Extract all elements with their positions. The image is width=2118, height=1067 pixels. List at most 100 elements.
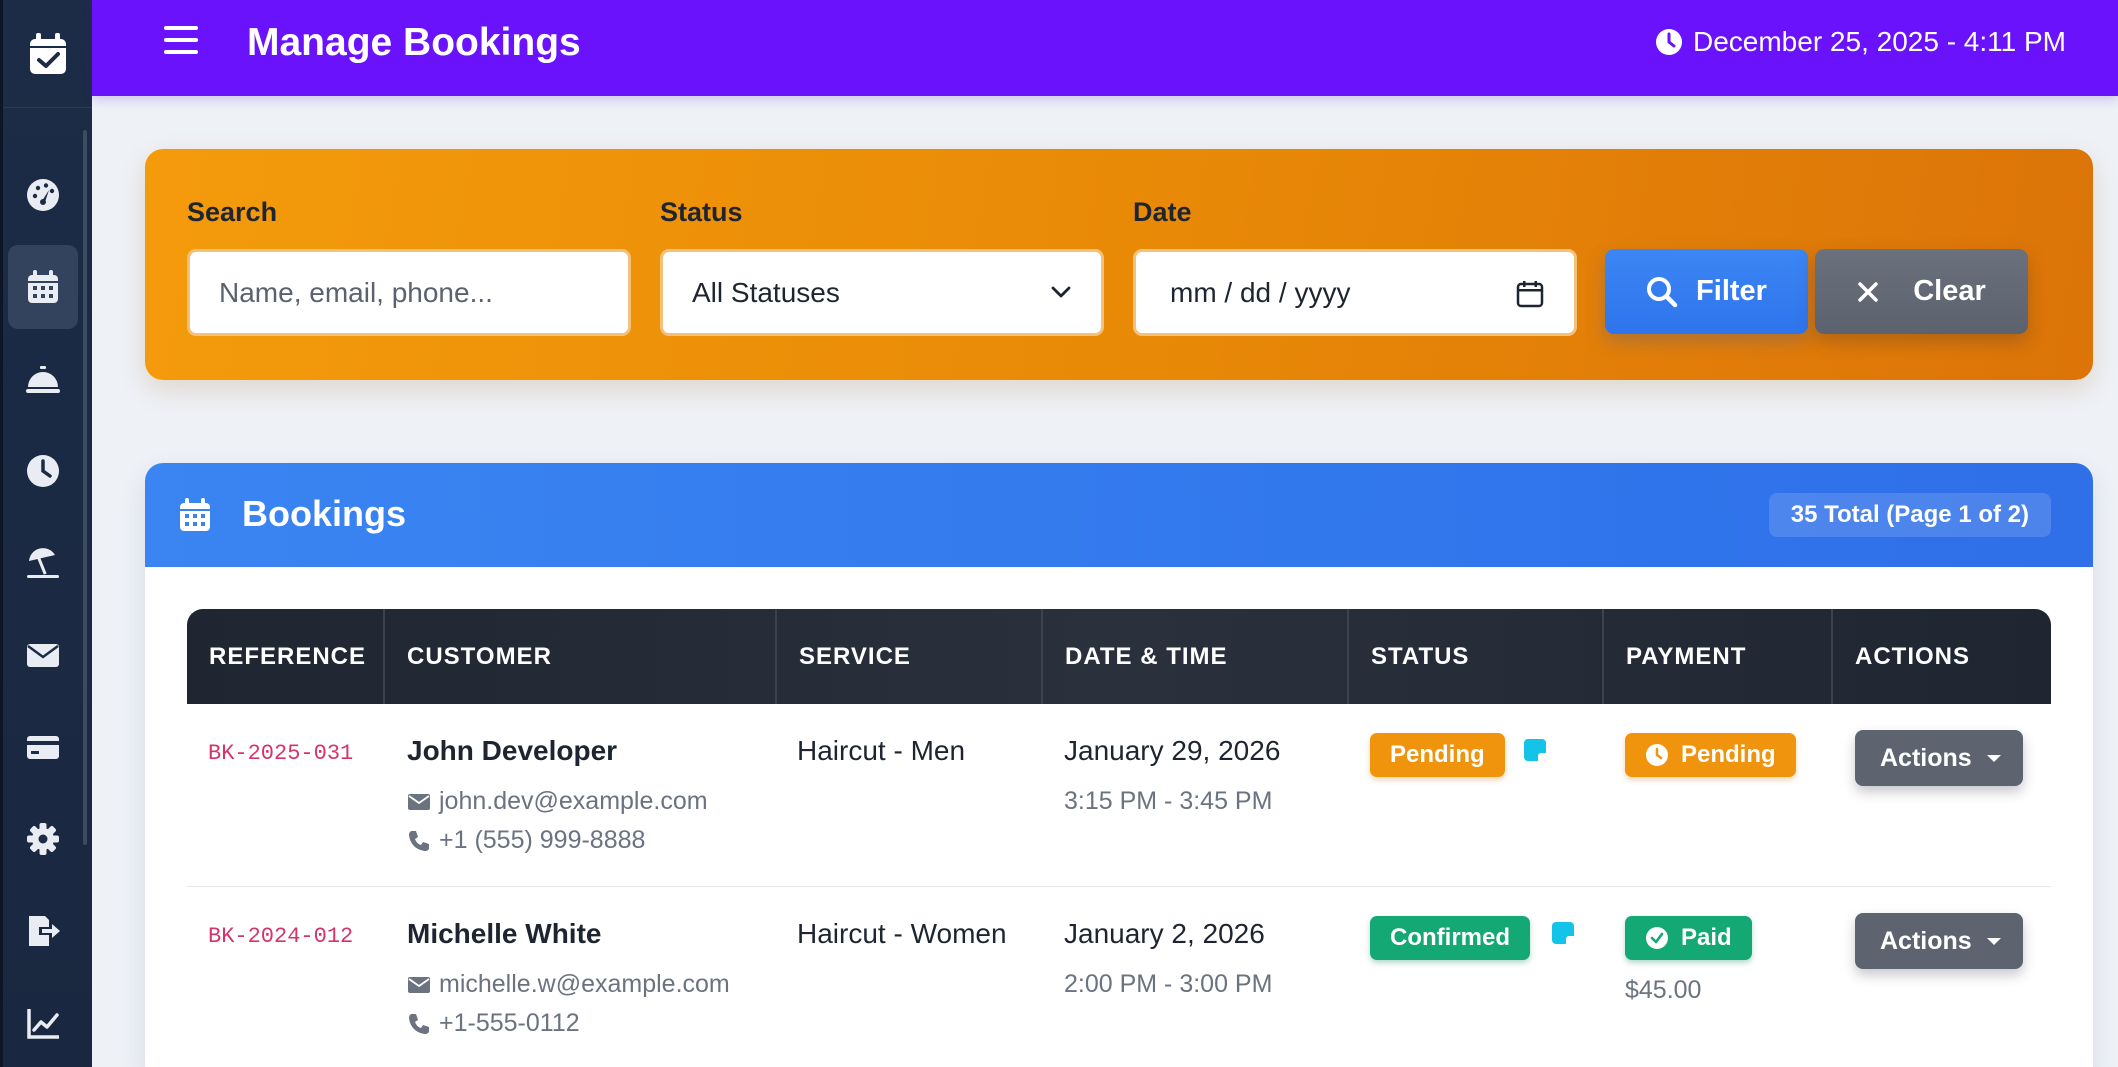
payment-badge-content: Pending <box>1625 733 1796 777</box>
booking-reference: BK-2024-012 <box>208 924 354 949</box>
booking-time: 3:15 PM - 3:45 PM <box>1064 787 1273 815</box>
caret-down-icon <box>1987 754 2001 762</box>
bookings-header: Bookings 35 Total (Page 1 of 2) <box>145 463 2093 567</box>
sidebar-item-bookings[interactable] <box>8 245 78 329</box>
service-name: Haircut - Men <box>797 735 966 766</box>
actions-button-label: Actions <box>1880 926 1972 955</box>
clear-button[interactable]: Clear <box>1815 249 2028 334</box>
actions-dropdown[interactable]: Actions <box>1855 913 2023 969</box>
booking-date: January 2, 2026 <box>1064 918 1265 949</box>
actions-button[interactable]: Actions <box>1855 730 2023 786</box>
dashboard-gauge-icon <box>27 179 59 211</box>
customer-phone-text: +1-555-0112 <box>439 1009 580 1037</box>
actions-button-label: Actions <box>1880 743 1972 772</box>
bookings-count-badge: 35 Total (Page 1 of 2) <box>1768 493 2051 537</box>
payment-amount: $45.00 <box>1625 976 1702 1004</box>
app-logo[interactable] <box>3 0 92 108</box>
phone-icon <box>409 1013 429 1034</box>
sidebar-item-dashboard[interactable] <box>8 153 78 237</box>
actions-button[interactable]: Actions <box>1855 913 2023 969</box>
sidebar-item-logout[interactable] <box>8 889 78 973</box>
customer-phone-text: +1 (555) 999-8888 <box>439 826 646 854</box>
logout-icon <box>29 916 60 946</box>
status-selected-value: All Statuses <box>692 276 840 308</box>
check-circle-icon <box>1646 927 1668 949</box>
search-label: Search <box>187 197 278 227</box>
status-badge-label: Pending <box>1370 733 1505 777</box>
filter-button-label: Filter <box>1696 275 1767 307</box>
envelope-icon <box>27 644 59 667</box>
note-icon[interactable] <box>1524 739 1546 761</box>
booking-reference: BK-2025-031 <box>208 741 354 766</box>
column-header-status[interactable]: STATUS <box>1349 609 1604 704</box>
sidebar-item-messages[interactable] <box>8 613 78 697</box>
payment-badge: Paid <box>1625 916 1752 960</box>
concierge-bell-icon <box>26 366 60 393</box>
booking-date: January 29, 2026 <box>1064 735 1281 766</box>
sidebar-item-settings[interactable] <box>8 797 78 881</box>
clear-button-label: Clear <box>1913 275 1986 307</box>
envelope-icon <box>408 976 430 993</box>
phone-icon <box>409 830 429 851</box>
clock-icon <box>1655 29 1682 55</box>
sidebar-item-payments[interactable] <box>8 705 78 789</box>
status-badge: Pending <box>1370 733 1505 777</box>
payment-badge-label: Paid <box>1681 924 1732 951</box>
sidebar <box>0 0 92 1067</box>
sidebar-item-reports[interactable] <box>8 981 78 1065</box>
table-row: BK-2024-012 Michelle White michelle.w@ex… <box>187 887 2051 1067</box>
calendar-icon <box>180 498 210 531</box>
clock-icon <box>1646 744 1668 766</box>
customer-email: john.dev@example.com <box>407 787 708 816</box>
customer-phone: +1 (555) 999-8888 <box>407 826 645 855</box>
gear-icon <box>27 823 59 855</box>
clock-icon <box>27 455 59 487</box>
column-header-reference[interactable]: REFERENCE <box>187 609 385 704</box>
actions-dropdown[interactable]: Actions <box>1855 730 2023 786</box>
column-header-actions: ACTIONS <box>1855 642 1970 670</box>
search-field[interactable] <box>187 249 631 336</box>
status-select[interactable]: All Statuses <box>660 249 1104 336</box>
envelope-icon <box>408 793 430 810</box>
customer-phone: +1-555-0112 <box>407 1009 580 1038</box>
top-header: Manage Bookings December 25, 2025 - 4:11… <box>92 0 2118 96</box>
sidebar-item-services[interactable] <box>8 337 78 421</box>
calendar-check-icon <box>29 32 66 74</box>
chevron-down-icon <box>1051 286 1071 298</box>
customer-name: John Developer <box>407 735 618 766</box>
current-datetime: December 25, 2025 - 4:11 PM <box>1655 26 2066 58</box>
sidebar-scrollbar[interactable] <box>83 130 87 845</box>
date-input[interactable]: mm / dd / yyyy <box>1170 277 1350 309</box>
sidebar-item-hours[interactable] <box>8 429 78 513</box>
chart-line-icon <box>27 1009 59 1039</box>
close-icon <box>1858 281 1878 302</box>
datetime-text: December 25, 2025 - 4:11 PM <box>1692 26 2066 57</box>
bookings-panel: Bookings 35 Total (Page 1 of 2) REFERENC… <box>145 463 2093 1067</box>
credit-card-icon <box>27 736 59 759</box>
filter-button[interactable]: Filter <box>1605 249 1808 334</box>
note-icon[interactable] <box>1552 922 1574 944</box>
column-header-service[interactable]: SERVICE <box>777 609 1043 704</box>
status-badge: Confirmed <box>1370 916 1530 960</box>
payment-badge-content: Paid <box>1625 916 1752 960</box>
service-name: Haircut - Women <box>797 918 1007 949</box>
sidebar-item-holidays[interactable] <box>8 521 78 605</box>
hamburger-menu-icon[interactable] <box>164 26 198 56</box>
page-title: Manage Bookings <box>247 21 581 64</box>
table-row: BK-2025-031 John Developer john.dev@exam… <box>187 704 2051 887</box>
calendar-icon[interactable] <box>1516 280 1544 308</box>
customer-email-text: john.dev@example.com <box>439 787 708 815</box>
column-header-datetime[interactable]: DATE & TIME <box>1043 609 1349 704</box>
column-header-customer[interactable]: CUSTOMER <box>385 609 777 704</box>
caret-down-icon <box>1987 937 2001 945</box>
filter-panel: Search Status All Statuses Date mm / dd … <box>145 149 2093 380</box>
date-field[interactable]: mm / dd / yyyy <box>1133 249 1577 336</box>
bookings-title: Bookings <box>242 493 407 534</box>
search-input[interactable] <box>219 276 628 309</box>
column-header-payment[interactable]: PAYMENT <box>1604 609 1833 704</box>
booking-time: 2:00 PM - 3:00 PM <box>1064 970 1273 998</box>
payment-badge-label: Pending <box>1681 741 1776 768</box>
customer-name: Michelle White <box>407 918 602 949</box>
beach-umbrella-icon <box>27 548 59 578</box>
customer-email: michelle.w@example.com <box>407 970 730 999</box>
